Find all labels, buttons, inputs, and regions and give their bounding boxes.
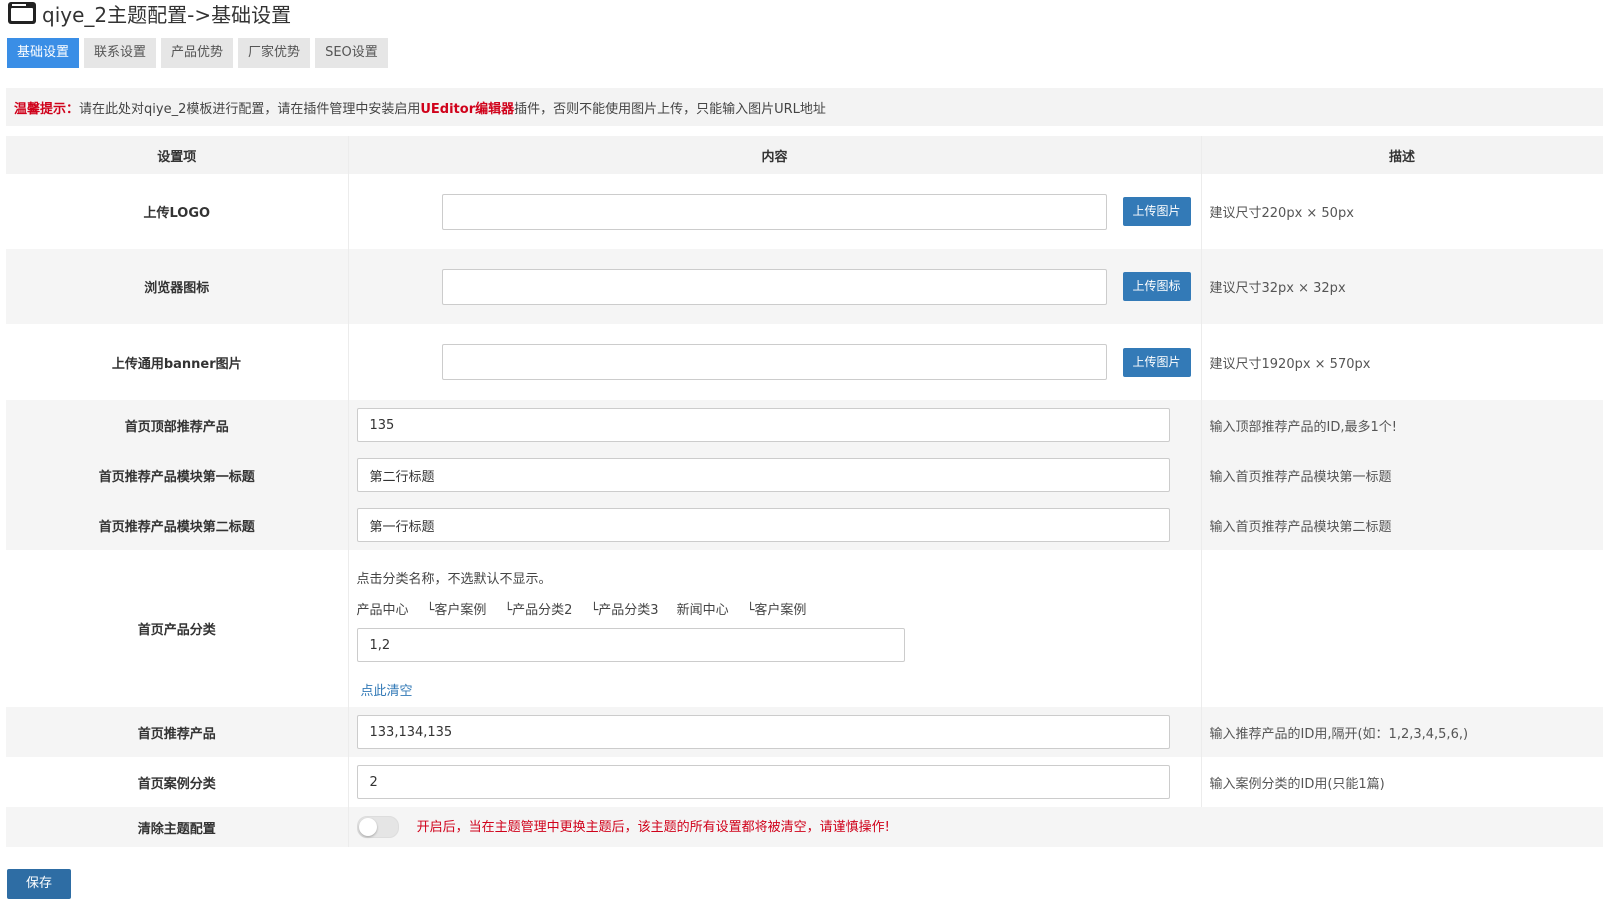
favicon-input[interactable] — [441, 268, 1107, 305]
header-description: 描述 — [1201, 136, 1603, 174]
banner-desc: 建议尺寸1920px × 570px — [1201, 324, 1603, 400]
clear-config-label: 清除主题配置 — [6, 807, 349, 847]
tab-product-advantage[interactable]: 产品优势 — [161, 38, 234, 68]
category-options: 产品中心 └客户案例 └产品分类2 └产品分类3 新闻中心 └客户案例 — [357, 599, 1201, 618]
tab-bar: 基础设置 联系设置 产品优势 厂家优势 SEO设置 — [7, 38, 388, 68]
top-product-desc: 输入顶部推荐产品的ID,最多1个! — [1201, 400, 1603, 450]
notice-text-after: 插件，否则不能使用图片上传，只能输入图片URL地址 — [514, 101, 826, 117]
row-module-title1: 首页推荐产品模块第一标题 输入首页推荐产品模块第一标题 — [6, 450, 1603, 500]
window-icon — [8, 2, 36, 24]
row-recommend-products: 首页推荐产品 输入推荐产品的ID用,隔开(如：1,2,3,4,5,6,) — [6, 707, 1603, 757]
module-title1-input[interactable] — [356, 458, 1170, 492]
category-option[interactable]: └产品分类3 — [590, 599, 658, 618]
row-logo: 上传LOGO 上传图片 建议尺寸220px × 50px — [6, 174, 1603, 249]
top-product-input[interactable] — [356, 408, 1170, 442]
row-product-category: 首页产品分类 点击分类名称，不选默认不显示。 产品中心 └客户案例 └产品分类2… — [6, 550, 1603, 707]
favicon-label: 浏览器图标 — [6, 249, 349, 324]
notice-label: 温馨提示： — [14, 101, 80, 117]
logo-desc: 建议尺寸220px × 50px — [1201, 174, 1603, 249]
title-bar: qiye_2主题配置->基础设置 — [8, 0, 292, 27]
notice-text-before: 请在此处对qiye_2模板进行配置，请在插件管理中安装启用 — [79, 101, 421, 117]
logo-label: 上传LOGO — [6, 174, 349, 249]
recommend-products-desc: 输入推荐产品的ID用,隔开(如：1,2,3,4,5,6,) — [1201, 707, 1603, 757]
banner-label: 上传通用banner图片 — [6, 324, 349, 400]
row-banner: 上传通用banner图片 上传图片 建议尺寸1920px × 570px — [6, 324, 1603, 400]
tab-factory-advantage[interactable]: 厂家优势 — [238, 38, 311, 68]
row-favicon: 浏览器图标 上传图标 建议尺寸32px × 32px — [6, 249, 1603, 324]
logo-input[interactable] — [441, 193, 1107, 230]
settings-table: 设置项 内容 描述 上传LOGO 上传图片 建议尺寸220px × 50px 浏… — [6, 136, 1603, 847]
case-category-input[interactable] — [356, 765, 1170, 799]
category-option[interactable]: 新闻中心 — [677, 599, 729, 618]
module-title2-input[interactable] — [356, 508, 1170, 542]
module-title1-desc: 输入首页推荐产品模块第一标题 — [1201, 450, 1603, 500]
category-clear-link[interactable]: 点此清空 — [361, 680, 1201, 699]
product-category-desc — [1201, 550, 1603, 707]
header-setting: 设置项 — [6, 136, 349, 174]
category-option[interactable]: └客户案例 — [747, 599, 807, 618]
category-input[interactable] — [356, 628, 905, 662]
product-category-label: 首页产品分类 — [6, 550, 349, 707]
row-case-category: 首页案例分类 输入案例分类的ID用(只能1篇) — [6, 757, 1603, 807]
row-module-title2: 首页推荐产品模块第二标题 输入首页推荐产品模块第二标题 — [6, 500, 1603, 550]
favicon-desc: 建议尺寸32px × 32px — [1201, 249, 1603, 324]
module-title2-desc: 输入首页推荐产品模块第二标题 — [1201, 500, 1603, 550]
recommend-products-input[interactable] — [356, 715, 1170, 749]
tab-basic-settings[interactable]: 基础设置 — [7, 38, 80, 68]
tab-contact-settings[interactable]: 联系设置 — [84, 38, 157, 68]
save-button[interactable]: 保存 — [7, 869, 71, 899]
category-option[interactable]: 产品中心 — [357, 599, 409, 618]
category-option[interactable]: └产品分类2 — [504, 599, 572, 618]
row-top-product: 首页顶部推荐产品 输入顶部推荐产品的ID,最多1个! — [6, 400, 1603, 450]
clear-config-toggle[interactable] — [356, 816, 399, 839]
notice-bar: 温馨提示： 请在此处对qiye_2模板进行配置，请在插件管理中安装启用 UEdi… — [6, 88, 1603, 126]
recommend-products-label: 首页推荐产品 — [6, 707, 349, 757]
category-option[interactable]: └客户案例 — [427, 599, 487, 618]
upload-favicon-button[interactable]: 上传图标 — [1122, 272, 1191, 301]
upload-banner-button[interactable]: 上传图片 — [1122, 347, 1191, 377]
top-product-label: 首页顶部推荐产品 — [6, 400, 349, 450]
page-title: qiye_2主题配置->基础设置 — [42, 2, 292, 27]
case-category-desc: 输入案例分类的ID用(只能1篇) — [1201, 757, 1603, 807]
row-clear-config: 清除主题配置 开启后，当在主题管理中更换主题后，该主题的所有设置都将被清空，请谨… — [6, 807, 1603, 847]
clear-config-warning: 开启后，当在主题管理中更换主题后，该主题的所有设置都将被清空，请谨慎操作! — [416, 819, 890, 835]
case-category-label: 首页案例分类 — [6, 757, 349, 807]
category-hint: 点击分类名称，不选默认不显示。 — [356, 572, 552, 587]
banner-input[interactable] — [441, 344, 1107, 380]
tab-seo-settings[interactable]: SEO设置 — [315, 38, 388, 68]
module-title2-label: 首页推荐产品模块第二标题 — [6, 500, 349, 550]
upload-logo-button[interactable]: 上传图片 — [1122, 197, 1191, 226]
header-content: 内容 — [348, 136, 1202, 174]
module-title1-label: 首页推荐产品模块第一标题 — [6, 450, 349, 500]
notice-highlight: UEditor编辑器 — [420, 101, 515, 117]
